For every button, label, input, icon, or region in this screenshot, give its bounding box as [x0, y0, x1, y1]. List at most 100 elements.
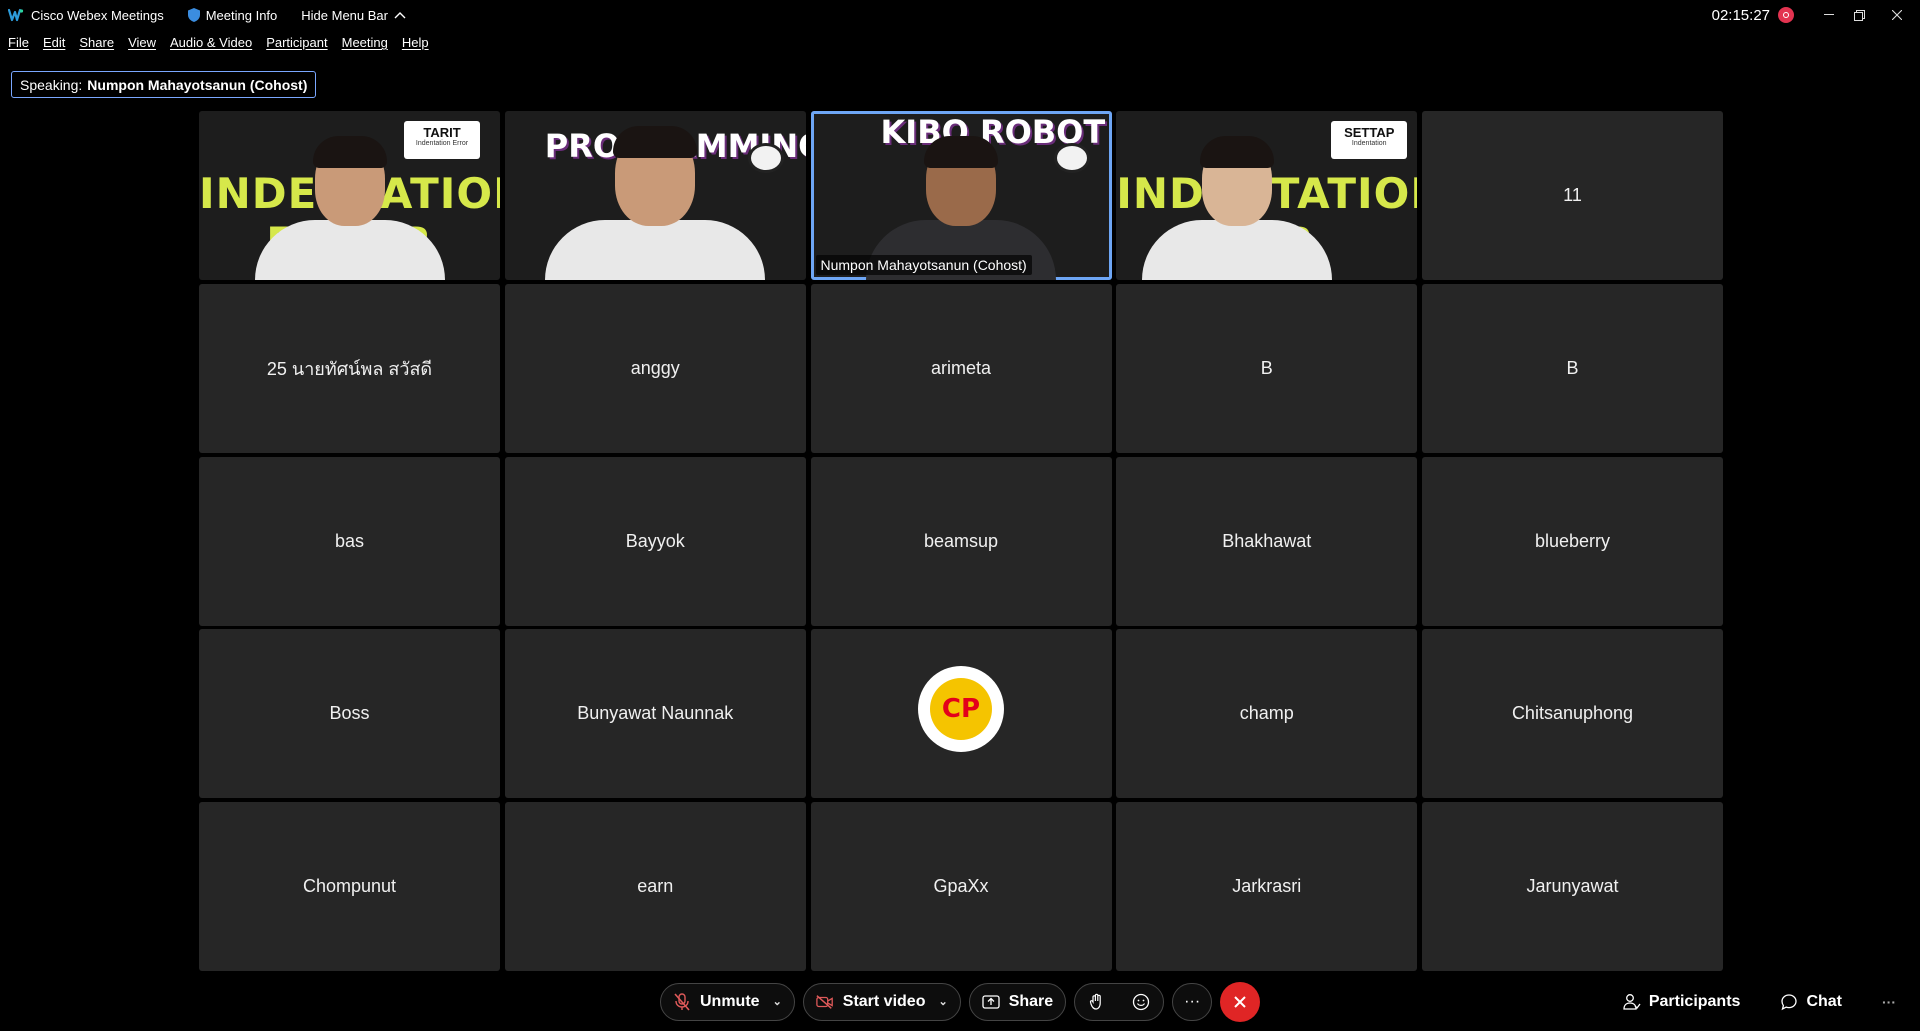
video-off-icon	[816, 993, 834, 1011]
close-window-button[interactable]	[1874, 0, 1920, 30]
participant-tile[interactable]: Chitsanuphong	[1422, 629, 1723, 799]
menu-meeting[interactable]: Meeting	[342, 32, 388, 54]
participant-video-person	[254, 136, 445, 280]
close-icon	[1234, 995, 1246, 1008]
participant-tile[interactable]: blueberry	[1422, 456, 1723, 626]
unmute-button[interactable]: Unmute ⌄	[660, 982, 795, 1021]
participant-tile[interactable]: B	[1116, 283, 1418, 453]
cp-logo-avatar: CP	[918, 665, 1004, 752]
reactions-button[interactable]	[1119, 984, 1163, 1020]
participant-tile[interactable]: Chompunut	[199, 802, 500, 971]
shield-icon	[187, 8, 200, 22]
close-icon	[1892, 10, 1902, 20]
participant-tile[interactable]: Jarunyawat	[1422, 802, 1723, 971]
participant-tile[interactable]: Bunyawat Naunnak	[504, 629, 806, 799]
minimize-icon	[1824, 14, 1834, 15]
more-icon: ···	[1184, 992, 1201, 1010]
participant-name: B	[1260, 357, 1273, 378]
active-speaker-video-tile[interactable]: KIBO ROBOT Numpon Mahayotsanun (Cohost)	[810, 111, 1112, 280]
raise-hand-icon	[1090, 993, 1101, 1010]
app-title: Cisco Webex Meetings	[8, 8, 164, 23]
chevron-up-icon	[394, 12, 406, 19]
muted-microphone-icon	[673, 992, 691, 1011]
reactions-group	[1074, 982, 1165, 1021]
menu-audio-video[interactable]: Audio & Video	[170, 32, 252, 54]
speaking-prefix: Speaking:	[20, 76, 83, 93]
menu-file[interactable]: File	[8, 32, 29, 54]
share-label: Share	[1008, 992, 1054, 1010]
participant-tile[interactable]: bas	[199, 456, 500, 626]
participant-tile[interactable]: arimeta	[810, 283, 1112, 453]
participant-name: GpaXx	[933, 876, 989, 896]
participant-video-person	[1141, 136, 1332, 280]
participant-tile[interactable]: anggy	[504, 283, 806, 453]
panel-controls: Participants Chat ···	[1623, 982, 1920, 1021]
video-tile[interactable]: INDENTATION ERROR TARIT Indentation Erro…	[199, 111, 500, 280]
participant-tile[interactable]: Boss	[199, 629, 500, 799]
raise-hand-button[interactable]	[1075, 984, 1119, 1020]
participant-name: blueberry	[1534, 530, 1611, 551]
participant-name: Bayyok	[625, 530, 685, 551]
meeting-info-button[interactable]: Meeting Info	[187, 7, 278, 23]
speaking-indicator: Speaking: Numpon Mahayotsanun (Cohost)	[11, 71, 317, 98]
participant-tile[interactable]: Bhakhawat	[1116, 456, 1418, 626]
participant-tile-avatar[interactable]: CP	[810, 629, 1112, 799]
menu-share[interactable]: Share	[79, 32, 114, 54]
webex-logo-icon	[8, 8, 24, 22]
more-options-button[interactable]: ···	[1172, 982, 1213, 1021]
participant-tile[interactable]: champ	[1116, 629, 1418, 799]
meeting-info-label: Meeting Info	[205, 7, 278, 23]
video-tile[interactable]: INDENTATION ERR SETTAP Indentation	[1116, 111, 1418, 280]
chevron-down-icon[interactable]: ⌄	[938, 995, 947, 1008]
speaking-name: Numpon Mahayotsanun (Cohost)	[87, 76, 308, 93]
hide-menu-label: Hide Menu Bar	[301, 7, 388, 23]
participant-tile[interactable]: Bayyok	[504, 456, 806, 626]
more-panels-button[interactable]: ···	[1882, 994, 1910, 1010]
participant-name: Jarunyawat	[1526, 876, 1619, 896]
participant-name: earn	[637, 876, 674, 896]
participant-tile[interactable]: 25 นายทัศน์พล สวัสดี	[199, 283, 500, 453]
meeting-clock: 02:15:27	[1711, 6, 1770, 24]
participant-name: arimeta	[930, 357, 992, 378]
participant-name: 11	[1563, 185, 1582, 205]
video-name-card: SETTAP Indentation	[1331, 121, 1408, 159]
participant-name: Chitsanuphong	[1511, 703, 1634, 724]
meeting-controls: Unmute ⌄ Start video ⌄ Share ···	[660, 981, 1261, 1022]
share-button[interactable]: Share	[968, 982, 1067, 1021]
participant-tile[interactable]: Jarkrasri	[1116, 802, 1418, 971]
menu-bar: File Edit Share View Audio & Video Parti…	[0, 32, 435, 54]
menu-help[interactable]: Help	[402, 32, 429, 54]
start-video-button[interactable]: Start video ⌄	[802, 982, 961, 1021]
minimize-button[interactable]	[1814, 0, 1844, 30]
title-bar: Cisco Webex Meetings Meeting Info Hide M…	[0, 0, 1920, 30]
menu-view[interactable]: View	[128, 32, 156, 54]
participant-tile[interactable]: earn	[504, 802, 806, 971]
participant-tile[interactable]: GpaXx	[810, 802, 1112, 971]
participants-label: Participants	[1648, 992, 1741, 1010]
leave-meeting-button[interactable]	[1220, 981, 1261, 1022]
hide-menu-bar-button[interactable]: Hide Menu Bar	[301, 8, 406, 23]
participant-name: B	[1566, 357, 1579, 378]
restore-icon	[1853, 9, 1865, 21]
participant-video-person	[545, 126, 766, 280]
participant-name: Chompunut	[302, 876, 397, 896]
emoji-icon	[1133, 993, 1150, 1010]
participant-tile[interactable]: beamsup	[810, 456, 1112, 626]
restore-button[interactable]	[1844, 0, 1874, 30]
chat-label: Chat	[1806, 992, 1842, 1010]
video-card-subtitle: Indentation	[1351, 140, 1387, 147]
participants-panel-button[interactable]: Participants	[1623, 992, 1741, 1011]
participant-tile[interactable]: 11	[1422, 111, 1723, 280]
video-tile[interactable]: PROGRAMMING	[504, 111, 806, 280]
menu-participant[interactable]: Participant	[266, 32, 327, 54]
menu-edit[interactable]: Edit	[43, 32, 65, 54]
start-video-label: Start video	[842, 992, 926, 1010]
participants-icon	[1623, 993, 1641, 1010]
participant-tile[interactable]: B	[1422, 283, 1723, 453]
share-screen-icon	[982, 993, 1000, 1011]
chevron-down-icon[interactable]: ⌄	[773, 995, 782, 1008]
video-card-title: SETTAP	[1344, 125, 1395, 140]
participant-name: 25 นายทัศน์พล สวัสดี	[266, 358, 433, 379]
video-name-label: Numpon Mahayotsanun (Cohost)	[815, 255, 1032, 275]
chat-panel-button[interactable]: Chat	[1780, 993, 1842, 1011]
